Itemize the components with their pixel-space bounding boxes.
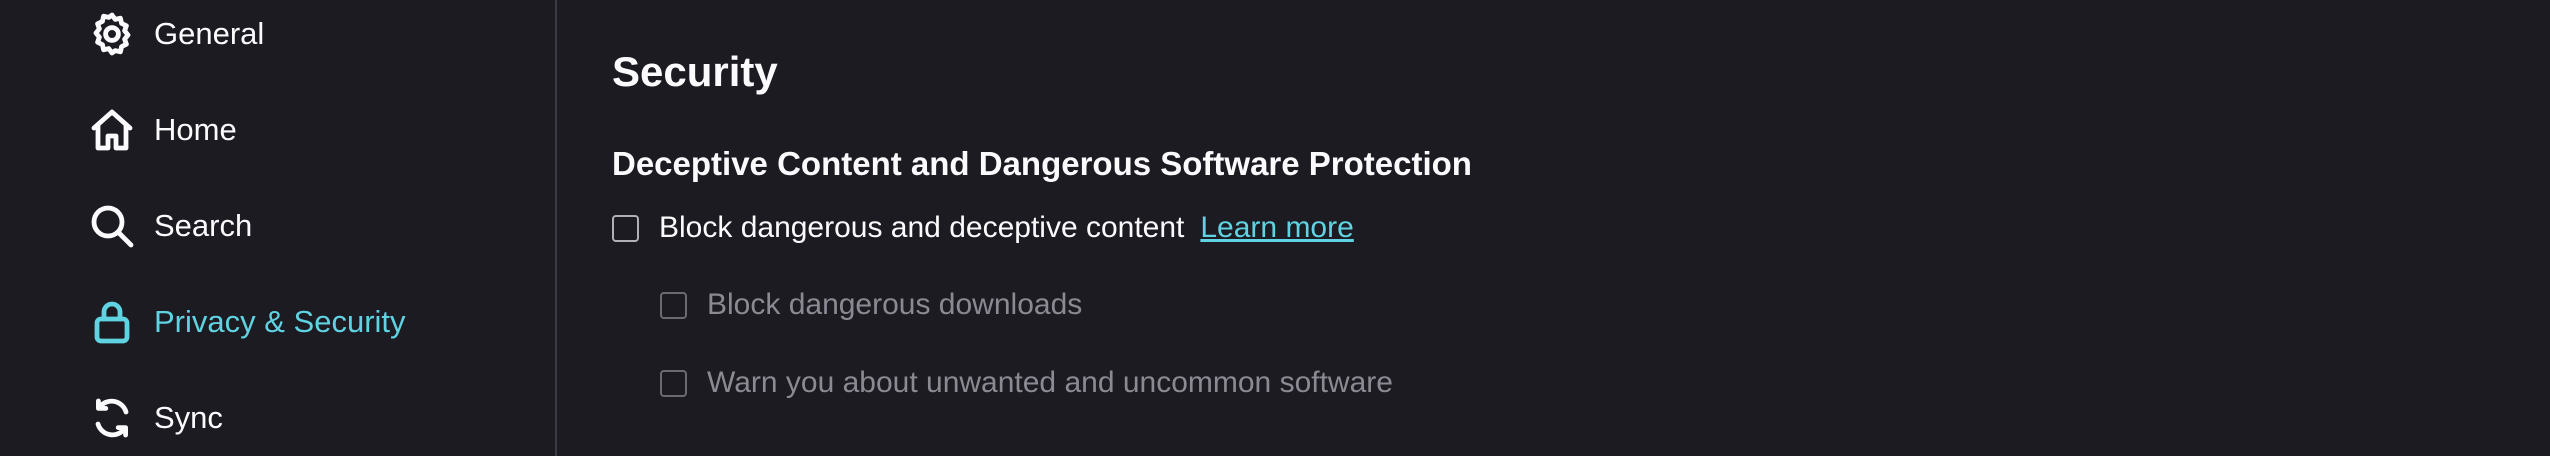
sidebar-item-label: Search <box>154 208 253 243</box>
sync-icon <box>86 392 138 444</box>
block-dangerous-downloads-option: Block dangerous downloads <box>660 288 1082 322</box>
home-icon <box>86 104 138 156</box>
block-deceptive-content-label[interactable]: Block dangerous and deceptive content <box>659 211 1184 245</box>
sidebar-item-general[interactable]: General <box>86 4 264 64</box>
warn-unwanted-software-label[interactable]: Warn you about unwanted and uncommon sof… <box>707 366 1393 400</box>
block-dangerous-downloads-label[interactable]: Block dangerous downloads <box>707 288 1082 322</box>
sidebar-item-label: General <box>154 16 265 51</box>
sidebar-item-label: Sync <box>154 400 223 435</box>
preferences-window: General Home Search Privacy & Security S… <box>0 0 2550 456</box>
block-deceptive-content-checkbox[interactable] <box>612 214 639 242</box>
sidebar-item-search[interactable]: Search <box>86 196 252 256</box>
block-dangerous-downloads-checkbox[interactable] <box>660 291 687 319</box>
subsection-title: Deceptive Content and Dangerous Software… <box>612 145 1472 182</box>
sidebar-item-label: Privacy & Security <box>154 304 406 339</box>
sidebar-item-home[interactable]: Home <box>86 100 237 160</box>
gear-icon <box>86 8 138 60</box>
sidebar: General Home Search Privacy & Security S… <box>0 0 555 456</box>
sidebar-divider <box>555 0 557 456</box>
sidebar-item-sync[interactable]: Sync <box>86 388 223 448</box>
warn-unwanted-software-checkbox[interactable] <box>660 369 687 397</box>
sidebar-item-privacy-security[interactable]: Privacy & Security <box>86 292 406 352</box>
lock-icon <box>86 296 138 348</box>
block-deceptive-content-option: Block dangerous and deceptive content Le… <box>612 211 1354 245</box>
learn-more-link[interactable]: Learn more <box>1200 211 1353 245</box>
search-icon <box>86 200 138 252</box>
section-title: Security <box>612 48 778 95</box>
main-content: Security Deceptive Content and Dangerous… <box>612 0 2550 456</box>
warn-unwanted-software-option: Warn you about unwanted and uncommon sof… <box>660 366 1393 400</box>
sidebar-item-label: Home <box>154 112 237 147</box>
